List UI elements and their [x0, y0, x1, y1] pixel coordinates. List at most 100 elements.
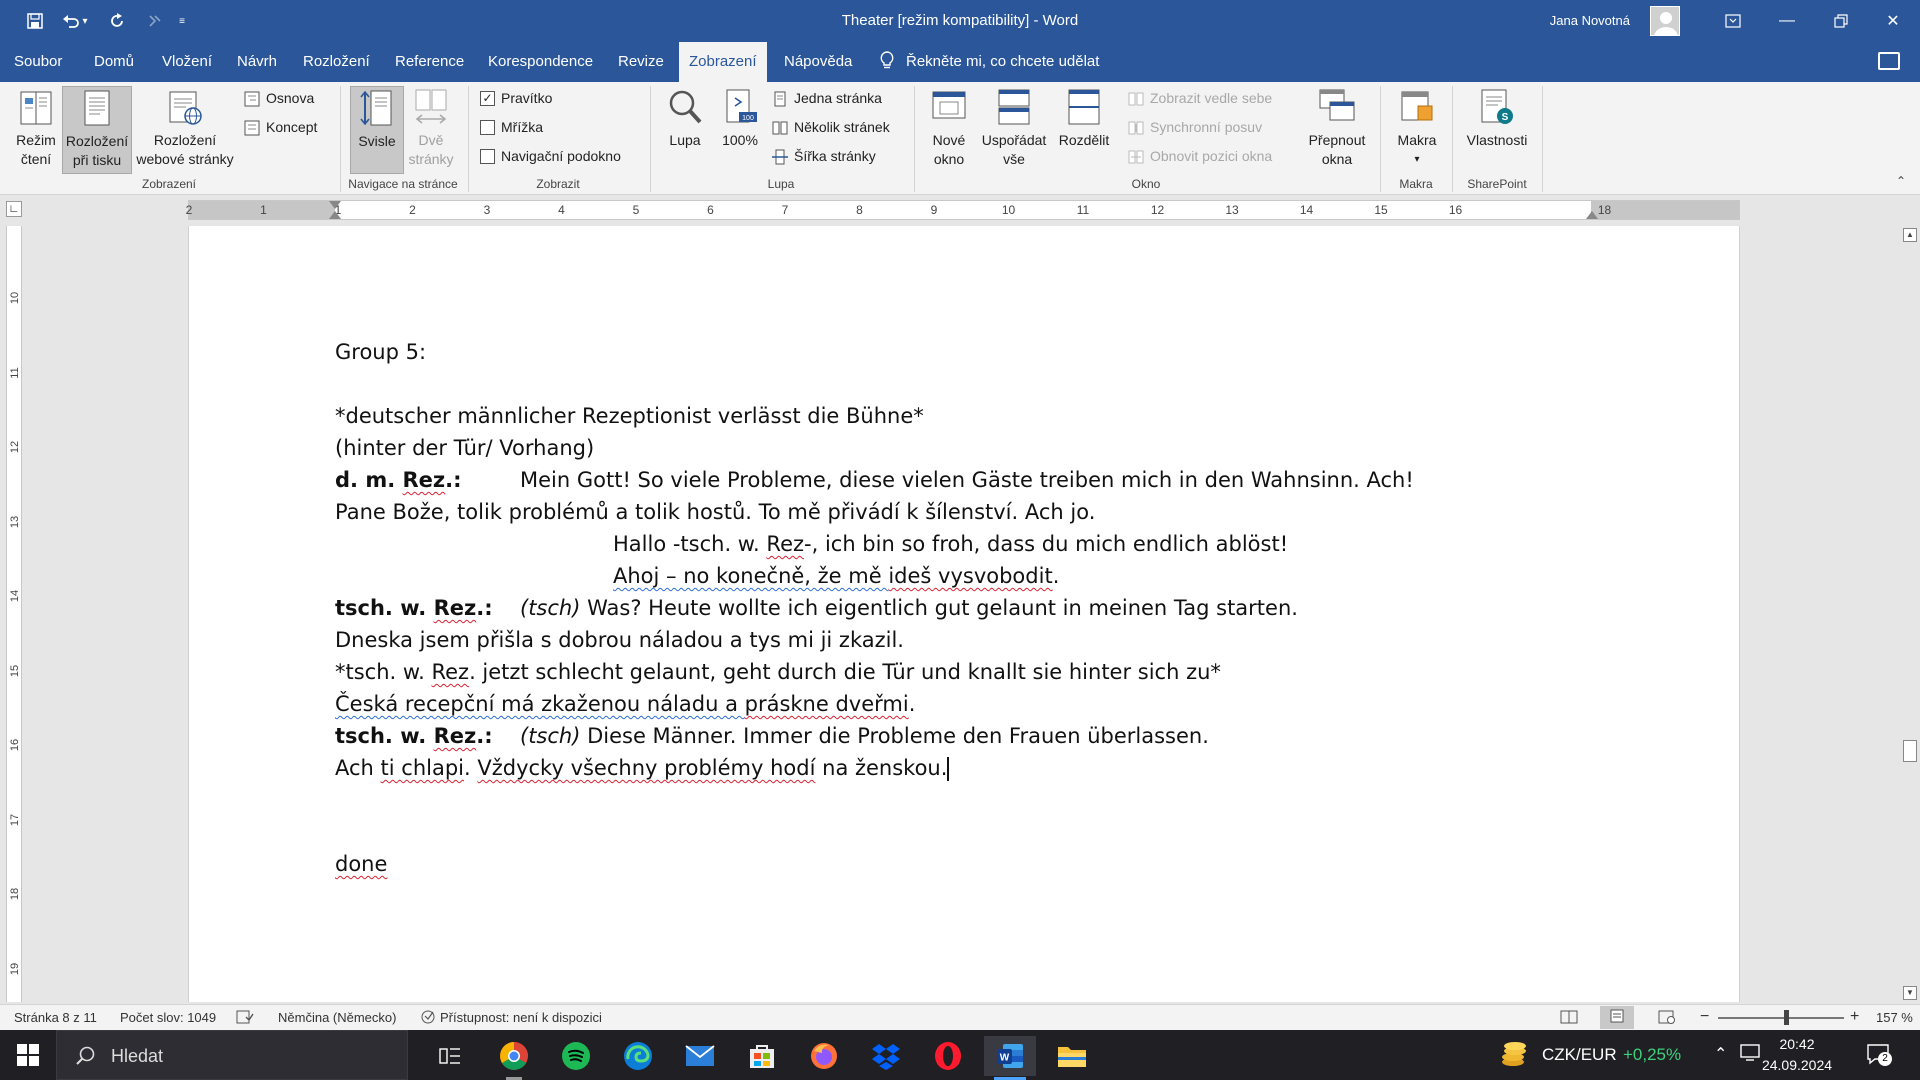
mail-icon[interactable] [674, 1036, 726, 1076]
print-layout-view-icon[interactable] [1600, 1006, 1634, 1029]
monitor-icon[interactable] [1740, 1044, 1760, 1067]
currency-pair[interactable]: CZK/EUR [1542, 1045, 1617, 1065]
print-layout-button[interactable]: Rozložení při tisku [62, 86, 132, 174]
collapse-ribbon-icon[interactable]: ⌃ [1896, 174, 1906, 188]
left-indent-marker[interactable] [329, 211, 341, 219]
multiple-pages-button[interactable]: Několik stránek [772, 115, 890, 139]
document-area[interactable]: Group 5: *deutscher männlicher Rezeption… [28, 226, 1900, 1002]
accessibility-icon[interactable] [420, 1010, 436, 1027]
view-side-by-side-button[interactable]: Zobrazit vedle sebe [1128, 86, 1272, 110]
outline-button[interactable]: Osnova [244, 86, 314, 110]
one-page-button[interactable]: Jedna stránka [772, 86, 882, 110]
vertical-button[interactable]: Svisle [350, 86, 404, 174]
tab-review[interactable]: Revize [608, 42, 674, 82]
properties-button[interactable]: S Vlastnosti [1462, 86, 1532, 174]
zoom-in-button[interactable]: + [1850, 1008, 1859, 1026]
tab-layout[interactable]: Rozložení [293, 42, 380, 82]
tab-insert[interactable]: Vložení [152, 42, 222, 82]
macros-button[interactable]: Makra ▾ [1390, 86, 1444, 174]
windows-start-icon[interactable] [0, 1030, 56, 1080]
zoom-out-button[interactable]: − [1700, 1008, 1709, 1026]
vertical-ruler[interactable]: 10 11 12 13 14 15 16 17 18 19 [6, 226, 22, 1002]
opera-icon[interactable] [922, 1036, 974, 1076]
web-layout-view-icon[interactable] [1658, 1010, 1676, 1027]
microsoft-store-icon[interactable] [736, 1036, 788, 1076]
zoom-button[interactable]: Lupa [660, 86, 710, 174]
repeat-icon[interactable] [140, 6, 170, 36]
new-window-button[interactable]: Nové okno [924, 86, 974, 174]
synchronous-scrolling-button[interactable]: Synchronní posuv [1128, 115, 1262, 139]
doc-line: Hallo -tsch. w. Rez-, ich bin so froh, d… [613, 532, 1289, 556]
chevron-up-icon[interactable]: ⌃ [1714, 1044, 1727, 1064]
spotify-icon[interactable] [550, 1036, 602, 1076]
reset-window-position-button[interactable]: Obnovit pozici okna [1128, 144, 1272, 168]
tab-view[interactable]: Zobrazení [679, 42, 767, 82]
zoom-level[interactable]: 157 % [1876, 1010, 1913, 1025]
comments-icon[interactable] [1878, 52, 1900, 70]
scroll-up-icon[interactable]: ▲ [1903, 228, 1917, 242]
tab-selector[interactable]: ∟ [6, 201, 22, 217]
notifications-icon[interactable]: 2 [1866, 1042, 1892, 1066]
restore-icon[interactable] [1818, 0, 1864, 42]
switch-windows-button[interactable]: Přepnout okna [1300, 86, 1374, 174]
tab-help[interactable]: Nápověda [774, 42, 862, 82]
file-explorer-icon[interactable] [1046, 1036, 1098, 1076]
customize-qat-icon[interactable]: ≡ [174, 6, 190, 36]
task-view-icon[interactable] [424, 1036, 476, 1076]
tab-file[interactable]: Soubor [4, 42, 72, 82]
word-count[interactable]: Počet slov: 1049 [120, 1010, 216, 1025]
first-line-indent-marker[interactable] [329, 201, 341, 209]
read-mode-view-icon[interactable] [1560, 1010, 1578, 1027]
read-mode-button[interactable]: Režim čtení [10, 86, 62, 174]
close-icon[interactable]: ✕ [1870, 0, 1916, 42]
word-icon[interactable]: W [984, 1036, 1036, 1080]
document-page[interactable]: Group 5: *deutscher männlicher Rezeption… [188, 226, 1740, 1002]
accessibility-status[interactable]: Přístupnost: není k dispozici [440, 1010, 602, 1025]
arrange-all-button[interactable]: Uspořádat vše [976, 86, 1052, 174]
horizontal-ruler[interactable]: 2 1 1 2 3 4 5 6 7 8 9 10 11 12 13 14 15 16 18 [186, 200, 1740, 220]
navigation-pane-checkbox[interactable]: Navigační podokno [480, 144, 621, 168]
zoom-slider-thumb[interactable] [1784, 1010, 1789, 1025]
ruler-checkbox[interactable]: ✓ Pravítko [480, 86, 552, 110]
scrollbar-thumb[interactable] [1903, 740, 1917, 762]
split-button[interactable]: Rozdělit [1054, 86, 1114, 174]
ruler-tick-label: 12 [1150, 203, 1165, 217]
tab-mailings[interactable]: Korespondence [478, 42, 603, 82]
tell-me-box[interactable]: Řekněte mi, co chcete udělat [880, 42, 1099, 82]
user-name[interactable]: Jana Novotná [1550, 13, 1630, 28]
language[interactable]: Němčina (Německo) [278, 1010, 396, 1025]
zoom-100-button[interactable]: 100 100% [712, 86, 768, 174]
doc-line: Ach ti chlapi. Vždycky všechny problémy … [335, 756, 950, 781]
scroll-down-icon[interactable]: ▼ [1903, 986, 1917, 1000]
firefox-icon[interactable] [798, 1036, 850, 1076]
draft-button[interactable]: Koncept [244, 115, 317, 139]
currency-change[interactable]: +0,25% [1623, 1045, 1681, 1065]
tab-references[interactable]: Reference [385, 42, 474, 82]
undo-dropdown-icon[interactable]: ▾ [78, 6, 92, 36]
right-indent-marker[interactable] [1586, 211, 1598, 219]
document-body[interactable]: Group 5: *deutscher männlicher Rezeption… [335, 336, 1535, 880]
chrome-icon[interactable] [488, 1036, 540, 1080]
proofing-icon[interactable] [236, 1010, 254, 1027]
edge-icon[interactable] [612, 1036, 664, 1076]
gridlines-checkbox[interactable]: Mřížka [480, 115, 543, 139]
save-icon[interactable] [20, 6, 50, 36]
redo-icon[interactable] [102, 6, 132, 36]
tell-me-label: Řekněte mi, co chcete udělat [906, 53, 1100, 70]
vertical-scrollbar[interactable]: ▲ ▼ [1900, 226, 1920, 1002]
web-layout-button[interactable]: Rozložení webové stránky [132, 86, 238, 174]
tab-home[interactable]: Domů [84, 42, 144, 82]
page-width-button[interactable]: Šířka stránky [772, 144, 876, 168]
side-to-side-button[interactable]: Dvě stránky [406, 86, 456, 174]
clock[interactable]: 20:42 24.09.2024 [1760, 1034, 1834, 1076]
tab-design[interactable]: Návrh [227, 42, 287, 82]
dropbox-icon[interactable] [860, 1036, 912, 1076]
avatar[interactable] [1650, 6, 1680, 36]
coin-stack-icon[interactable] [1500, 1040, 1530, 1075]
minimize-icon[interactable]: — [1764, 0, 1810, 42]
zoom-slider[interactable] [1718, 1017, 1844, 1019]
page-count[interactable]: Stránka 8 z 11 [14, 1010, 97, 1025]
speaker-label: tsch. w. Rez.: [335, 724, 493, 748]
ribbon-display-options-icon[interactable] [1710, 0, 1756, 42]
taskbar-search[interactable]: Hledat [56, 1030, 408, 1080]
